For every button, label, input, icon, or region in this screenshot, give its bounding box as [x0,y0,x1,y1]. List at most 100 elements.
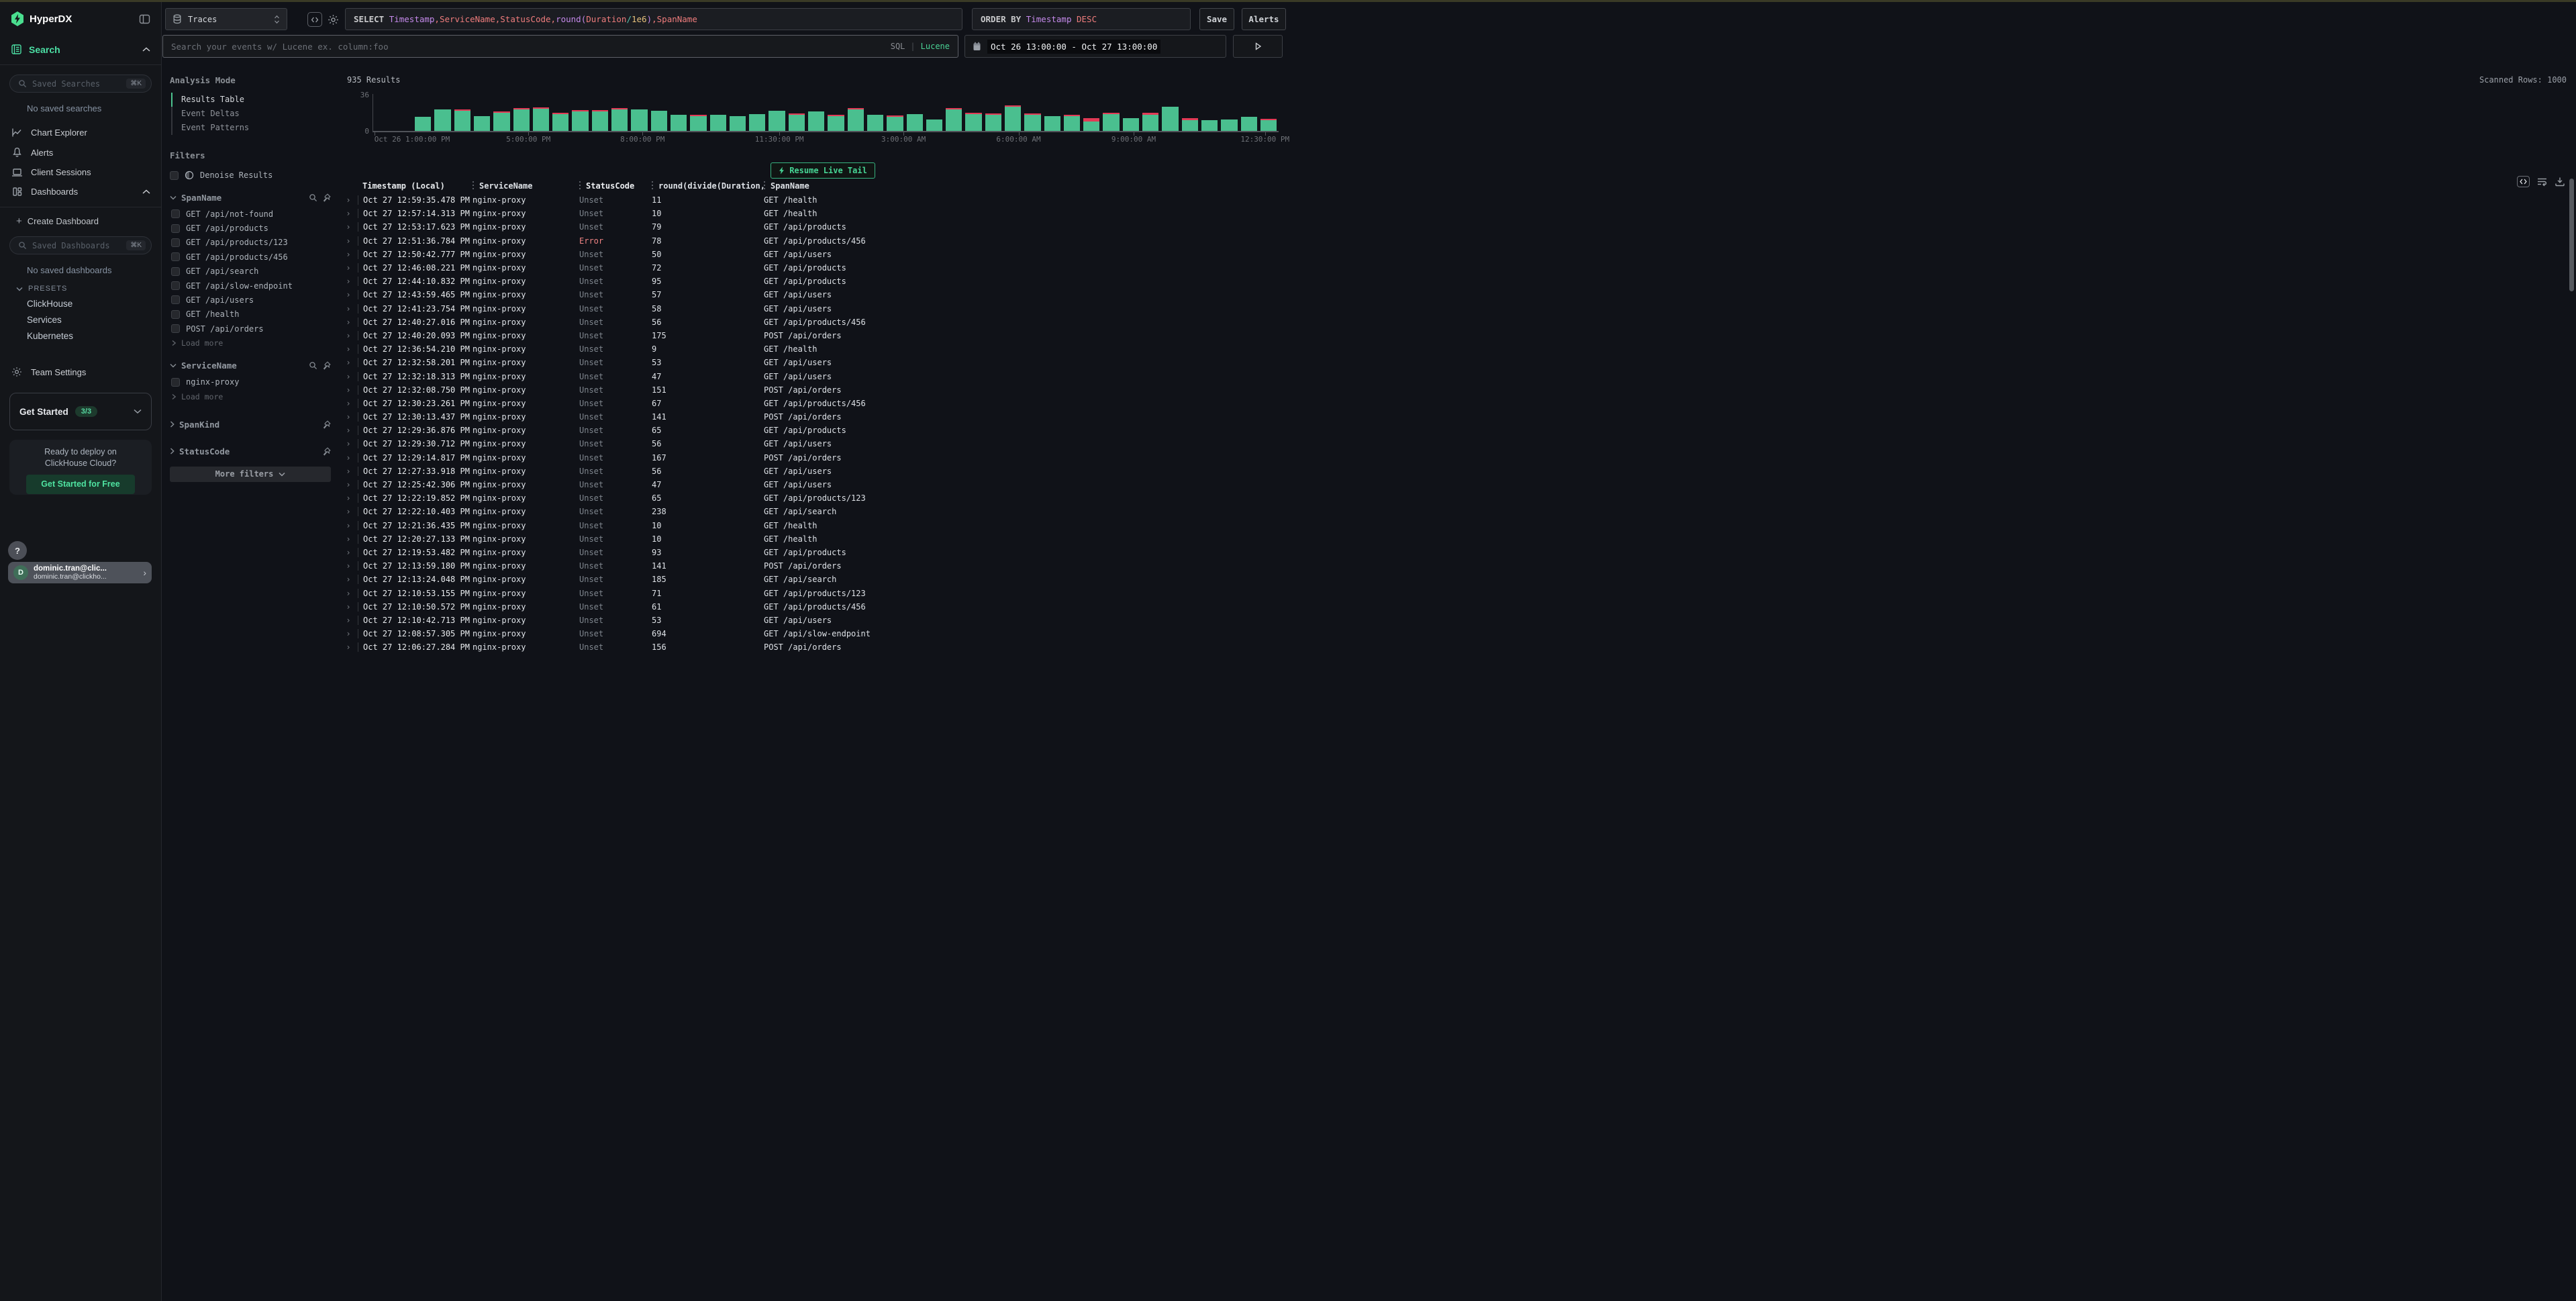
sidebar-item-search[interactable]: Search [0,36,161,65]
run-query-button[interactable] [1233,35,1283,58]
table-row[interactable]: ›Oct 27 12:40:20.093 PMnginx-proxyUnset1… [339,329,2569,342]
histogram-bar[interactable] [513,108,530,131]
histogram-bar[interactable] [493,111,509,131]
order-by-editor[interactable]: ORDER BY Timestamp DESC [972,8,1191,30]
sql-toggle[interactable]: SQL [891,42,905,51]
histogram-bar[interactable] [808,111,824,131]
row-expand-chevron-icon[interactable]: › [339,209,358,218]
facet-item[interactable]: nginx-proxy [170,375,331,389]
chevron-up-icon[interactable] [142,189,150,195]
table-row[interactable]: ›Oct 27 12:10:53.155 PMnginx-proxyUnset7… [339,586,2569,599]
histogram-bar[interactable] [1201,120,1218,131]
get-started-free-button[interactable]: Get Started for Free [26,475,134,494]
sql-mode-icon-button[interactable] [307,12,322,27]
load-more-spanname[interactable]: Load more [170,336,331,348]
histogram-bar[interactable] [926,119,942,131]
lucene-search-field[interactable] [171,42,891,52]
facet-header-servicename[interactable]: ServiceName [170,360,331,371]
chevron-down-icon[interactable] [134,409,142,414]
histogram-bar[interactable] [631,109,647,131]
facet-search-icon[interactable] [309,361,317,370]
resume-live-tail-button[interactable]: Resume Live Tail [771,162,875,179]
row-expand-chevron-icon[interactable]: › [339,195,358,205]
histogram-bar[interactable] [671,115,687,131]
table-row[interactable]: ›Oct 27 12:22:19.852 PMnginx-proxyUnset6… [339,491,2569,505]
histogram-bar[interactable] [454,109,470,131]
histogram-bar[interactable] [1260,119,1277,131]
histogram-bar[interactable] [848,108,864,131]
source-select[interactable]: Traces [165,8,287,30]
preset-kubernetes[interactable]: Kubernetes [0,325,161,341]
histogram-bar[interactable] [474,116,490,131]
checkbox[interactable] [171,324,180,333]
row-expand-chevron-icon[interactable]: › [339,412,358,422]
histogram-bar[interactable] [1044,116,1060,131]
row-expand-chevron-icon[interactable]: › [339,534,358,544]
collapse-sidebar-icon[interactable] [139,13,150,25]
histogram-bar[interactable] [985,113,1001,131]
table-row[interactable]: ›Oct 27 12:29:30.712 PMnginx-proxyUnset5… [339,437,2569,450]
column-resize-handle[interactable] [473,181,474,191]
histogram-bar[interactable] [690,115,706,131]
row-expand-chevron-icon[interactable]: › [339,290,358,299]
row-expand-chevron-icon[interactable]: › [339,548,358,557]
facet-item[interactable]: GET /api/users [170,293,331,307]
column-header-timestamp[interactable]: Timestamp (Local) [358,181,473,191]
row-expand-chevron-icon[interactable]: › [339,616,358,625]
histogram-bar[interactable] [769,111,785,131]
table-row[interactable]: ›Oct 27 12:43:59.465 PMnginx-proxyUnset5… [339,288,2569,301]
table-row[interactable]: ›Oct 27 12:30:23.261 PMnginx-proxyUnset6… [339,397,2569,410]
row-expand-chevron-icon[interactable]: › [339,467,358,476]
histogram-bar[interactable] [1103,113,1119,131]
row-expand-chevron-icon[interactable]: › [339,589,358,598]
histogram-bar[interactable] [749,114,765,131]
histogram-bar[interactable] [1083,118,1099,131]
sidebar-item-team-settings[interactable]: Team Settings [0,362,161,382]
histogram-bar[interactable] [1182,118,1198,131]
lucene-toggle[interactable]: Lucene [921,42,950,51]
row-expand-chevron-icon[interactable]: › [339,344,358,354]
checkbox[interactable] [171,295,180,304]
checkbox[interactable] [171,267,180,276]
column-header-duration[interactable]: round(divide(Duration, [658,181,764,191]
histogram-bar[interactable] [552,113,568,131]
row-expand-chevron-icon[interactable]: › [339,318,358,327]
row-expand-chevron-icon[interactable]: › [339,331,358,340]
table-row[interactable]: ›Oct 27 12:27:33.918 PMnginx-proxyUnset5… [339,465,2569,478]
analysis-mode-option[interactable]: Results Table [171,93,331,107]
select-clause-editor[interactable]: SELECT Timestamp,ServiceName,StatusCode,… [345,8,962,30]
histogram-bar[interactable] [592,110,608,131]
histogram-bar[interactable] [1024,113,1040,131]
facet-header-spanname[interactable]: SpanName [170,193,331,203]
histogram-bar[interactable] [867,115,883,131]
column-header-statuscode[interactable]: StatusCode [586,181,652,191]
histogram-bar[interactable] [965,113,981,131]
table-row[interactable]: ›Oct 27 12:32:58.201 PMnginx-proxyUnset5… [339,356,2569,369]
row-expand-chevron-icon[interactable]: › [339,358,358,367]
facet-item[interactable]: GET /api/search [170,264,331,279]
row-expand-chevron-icon[interactable]: › [339,561,358,571]
row-expand-chevron-icon[interactable]: › [339,372,358,381]
table-row[interactable]: ›Oct 27 12:41:23.754 PMnginx-proxyUnset5… [339,302,2569,316]
column-resize-handle[interactable] [579,181,581,191]
histogram-bar[interactable] [1221,119,1237,131]
facet-header-statuscode[interactable]: StatusCode [170,446,331,456]
facet-item[interactable]: GET /health [170,307,331,322]
histogram-bar[interactable] [533,107,549,131]
saved-dashboards-input[interactable]: ⌘K [9,236,152,254]
histogram-bar[interactable] [710,115,726,131]
histogram-bar[interactable] [1142,113,1158,131]
table-row[interactable]: ›Oct 27 12:46:08.221 PMnginx-proxyUnset7… [339,261,2569,275]
table-row[interactable]: ›Oct 27 12:53:17.623 PMnginx-proxyUnset7… [339,220,2569,234]
row-expand-chevron-icon[interactable]: › [339,453,358,463]
row-expand-chevron-icon[interactable]: › [339,439,358,448]
column-resize-handle[interactable] [764,181,765,191]
saved-searches-input[interactable]: ⌘K [9,75,152,93]
row-expand-chevron-icon[interactable]: › [339,263,358,273]
help-button[interactable]: ? [8,541,27,560]
checkbox[interactable] [171,224,180,233]
row-expand-chevron-icon[interactable]: › [339,399,358,408]
checkbox[interactable] [171,281,180,290]
sidebar-item-client-sessions[interactable]: Client Sessions [0,162,161,182]
table-row[interactable]: ›Oct 27 12:13:24.048 PMnginx-proxyUnset1… [339,573,2569,586]
